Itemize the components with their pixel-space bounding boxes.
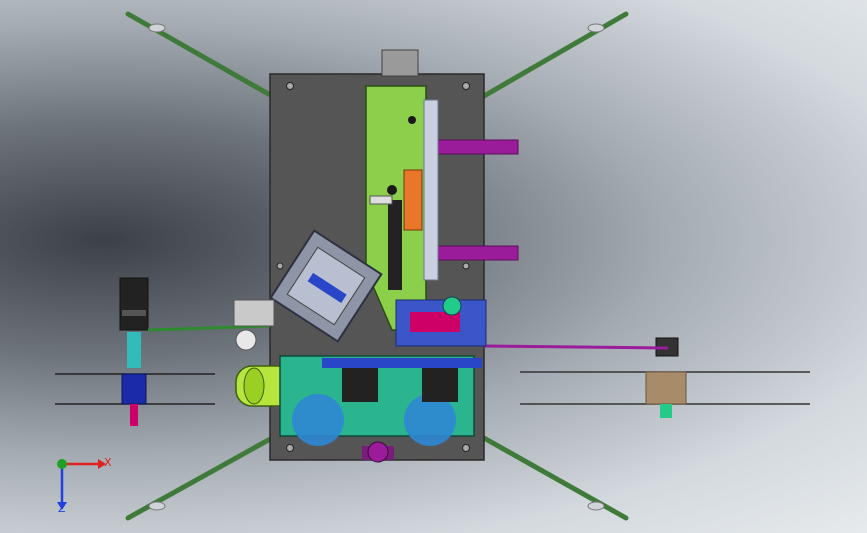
small-knob[interactable] xyxy=(442,296,462,316)
left-belt xyxy=(147,324,271,332)
left-motor[interactable] xyxy=(119,277,149,331)
axis-triad xyxy=(57,459,106,510)
right-spool-core[interactable] xyxy=(645,371,687,405)
fixture-hole xyxy=(387,185,397,195)
foot-pad xyxy=(148,501,166,511)
idler-pulley[interactable] xyxy=(235,329,257,351)
left-shaft xyxy=(130,404,138,426)
orange-slider[interactable] xyxy=(403,169,423,231)
right-shaft xyxy=(660,404,672,418)
top-motor[interactable] xyxy=(381,49,419,77)
left-spool-core[interactable] xyxy=(121,373,147,405)
x-axis-label: X xyxy=(104,456,112,469)
lower-bracket[interactable] xyxy=(429,245,519,261)
tag-plate xyxy=(369,195,393,205)
top-rail xyxy=(322,358,482,368)
left-coupling xyxy=(127,332,141,368)
right-spool-assembly[interactable] xyxy=(483,337,810,418)
machine-assembly-top-view[interactable] xyxy=(0,0,867,533)
guide-rail xyxy=(423,99,439,281)
y-axis-dot xyxy=(57,459,67,469)
left-block xyxy=(342,366,378,402)
leg-bottom-right[interactable] xyxy=(481,435,629,521)
right-drive-bar xyxy=(483,344,669,350)
side-bracket xyxy=(233,299,275,327)
cad-viewport[interactable]: X Z xyxy=(0,0,867,533)
leg-top-right[interactable] xyxy=(481,11,629,99)
left-gear xyxy=(292,394,344,446)
upper-bracket[interactable] xyxy=(429,139,519,155)
bottom-pulley[interactable] xyxy=(367,441,389,463)
right-block xyxy=(422,366,458,402)
z-axis-label: Z xyxy=(58,502,66,515)
foot-pad xyxy=(587,23,605,33)
foot-pad xyxy=(148,23,166,33)
vertical-actuator[interactable] xyxy=(388,200,402,290)
fixture-hole xyxy=(408,116,416,124)
foot-pad xyxy=(587,501,605,511)
